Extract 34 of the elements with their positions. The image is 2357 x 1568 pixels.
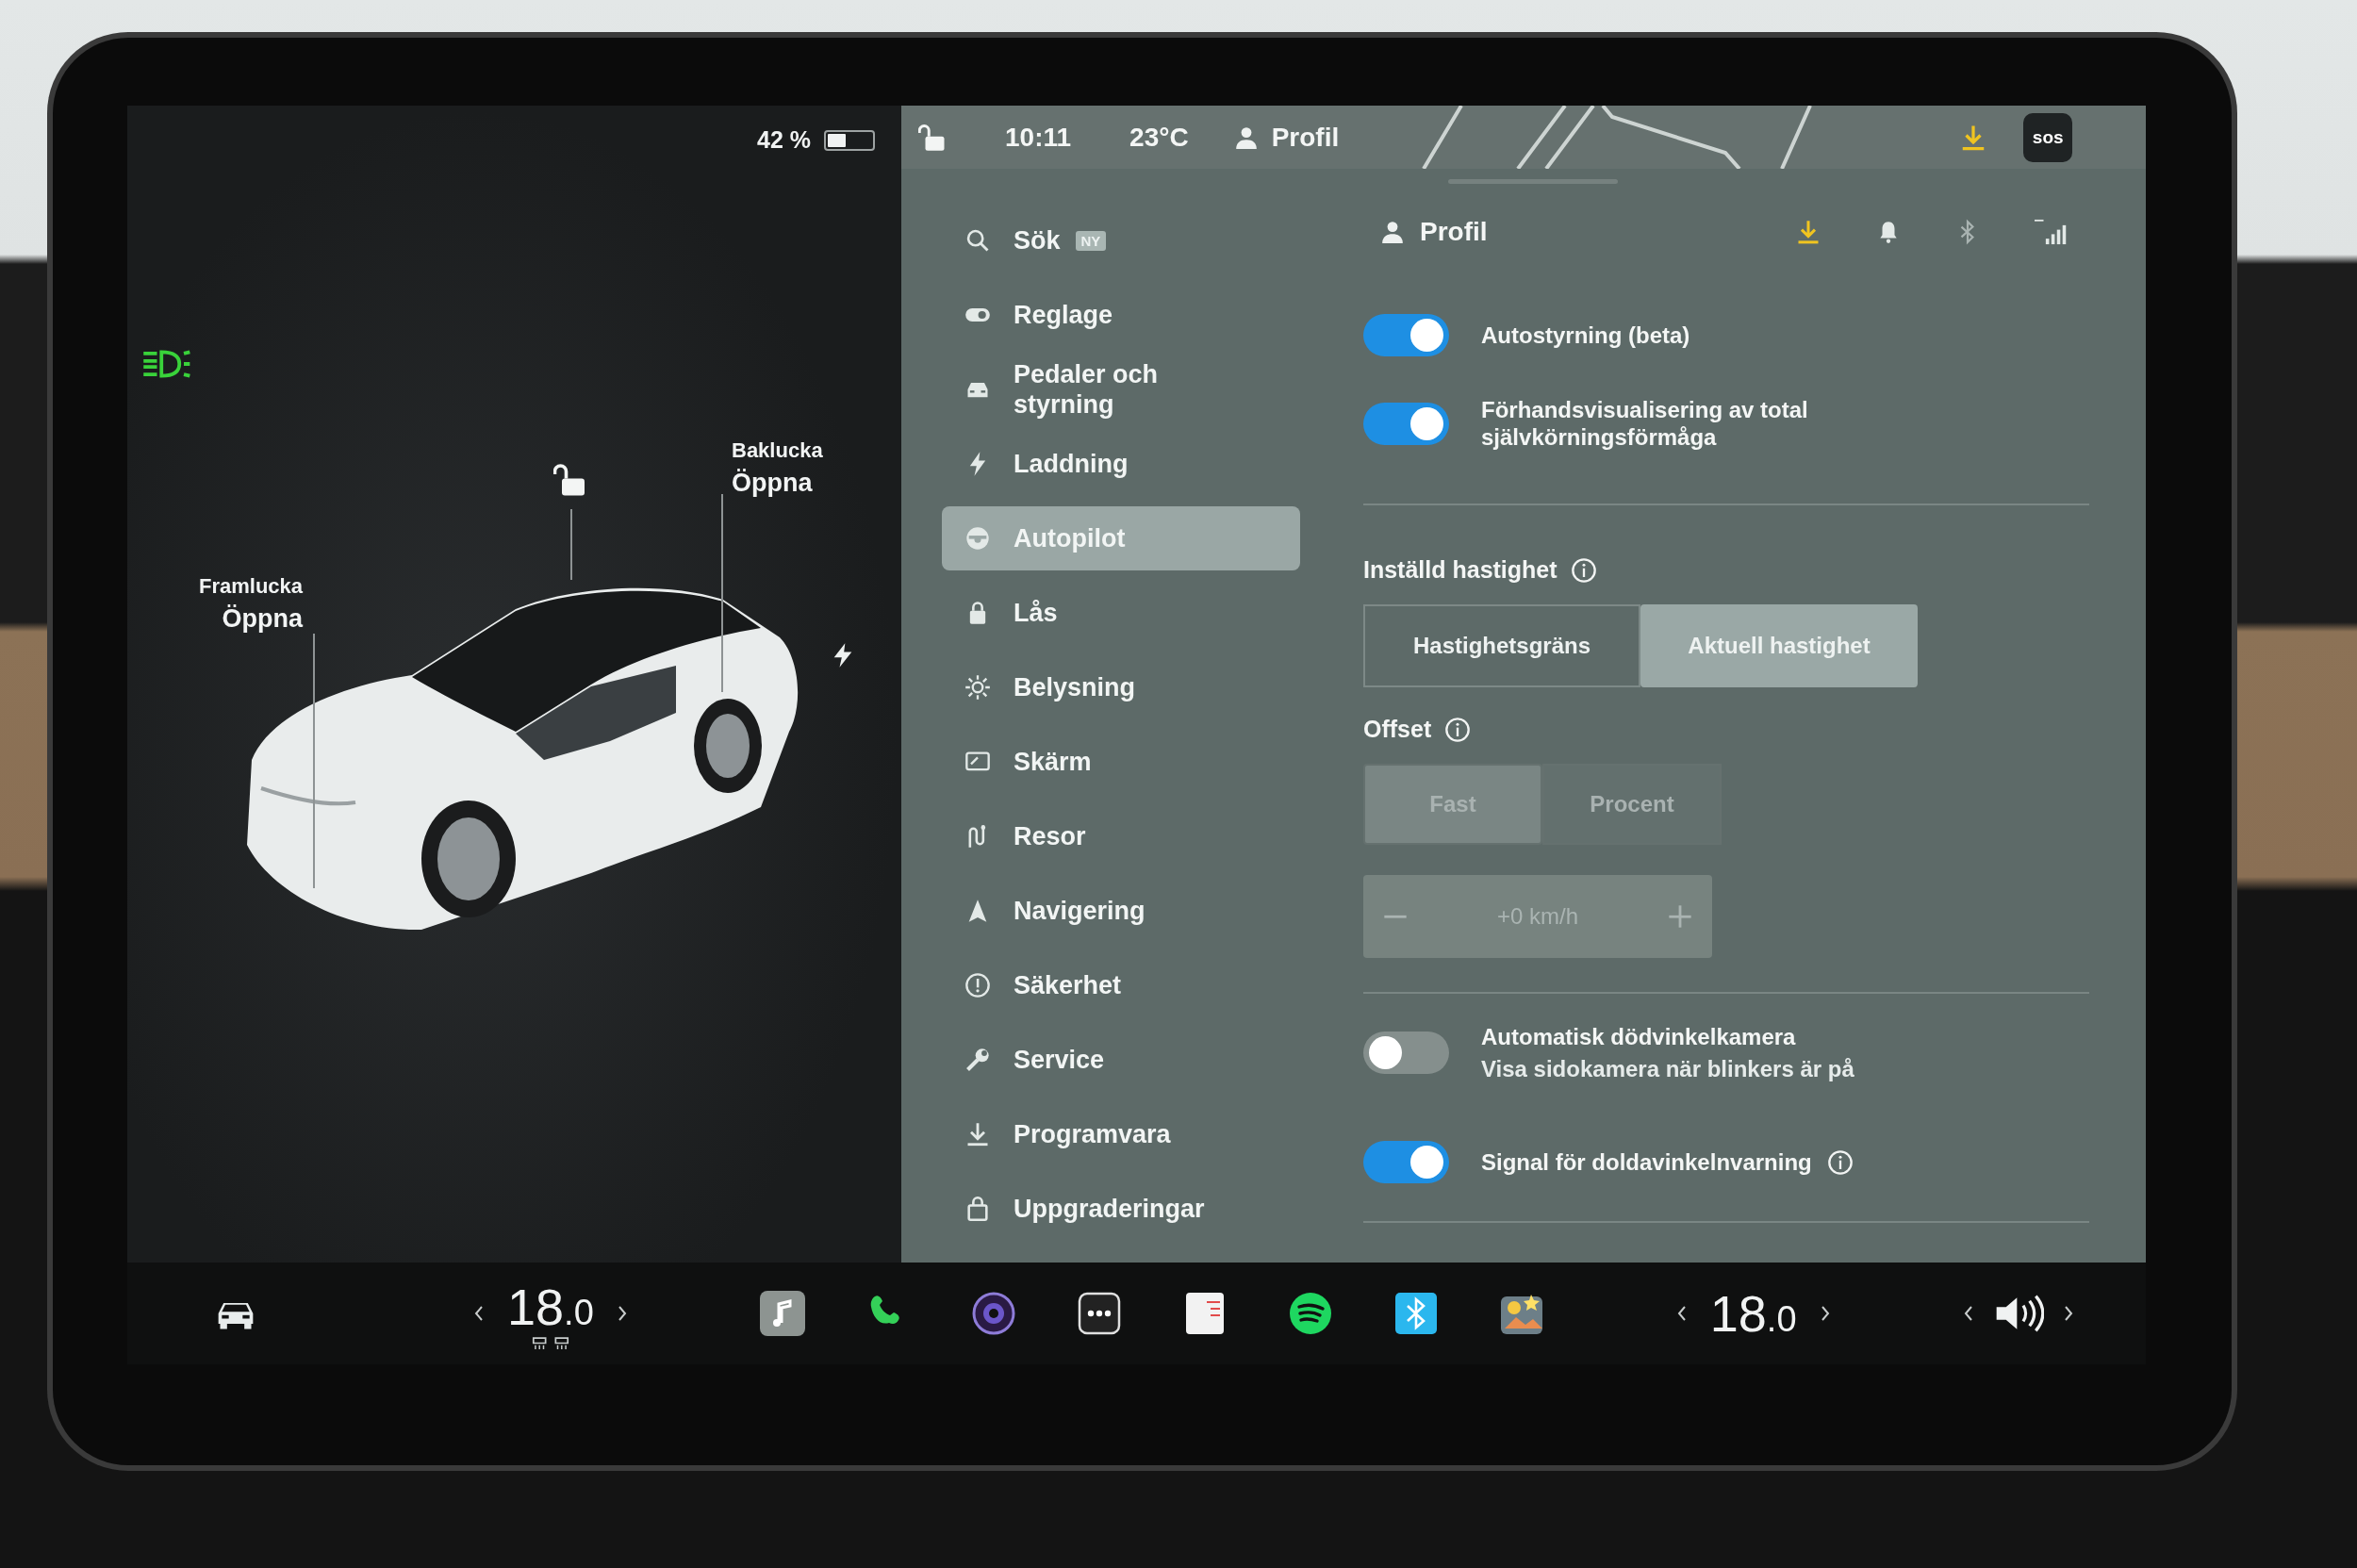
toggle-description: Visa sidokamera när blinkers är på: [1481, 1056, 1854, 1082]
open-link[interactable]: Öppna: [199, 604, 304, 634]
temperature-setting[interactable]: 18.0: [1709, 1284, 1797, 1343]
new-badge: NY: [1075, 230, 1107, 251]
sidebar-item[interactable]: Reglage: [942, 283, 1300, 347]
sidebar-item[interactable]: Skärm: [942, 730, 1300, 794]
section-label: Offset: [1363, 716, 1432, 743]
sidebar-item[interactable]: Navigering: [942, 879, 1300, 943]
segment-button[interactable]: Hastighetsgräns: [1363, 604, 1640, 687]
profile-button[interactable]: Profil: [1233, 122, 1340, 153]
callout-title: Framlucka: [199, 574, 304, 599]
sidebar-item[interactable]: Uppgraderingar: [942, 1177, 1300, 1241]
sidebar-item[interactable]: Service: [942, 1028, 1300, 1092]
outside-temperature: 23°C: [1129, 122, 1189, 153]
sidebar-item[interactable]: Sök NY: [942, 208, 1300, 272]
sos-button[interactable]: sos: [2023, 112, 2073, 162]
sidebar-item[interactable]: Programvara: [942, 1102, 1300, 1166]
sidebar-item[interactable]: Pedaler och styrning: [942, 357, 1300, 421]
temperature-setting[interactable]: 18.0: [507, 1277, 594, 1336]
callout-title: Baklucka: [732, 438, 823, 463]
toggle-label: Förhandsvisualisering av total självkörningsförmåga: [1481, 396, 1809, 451]
sidebar-item[interactable]: Laddning: [942, 432, 1300, 496]
sidebar-item[interactable]: Resor: [942, 804, 1300, 868]
open-link[interactable]: Öppna: [732, 469, 823, 498]
toggle-label: Automatisk dödvinkelkamera: [1481, 1023, 1796, 1050]
sidebar-item[interactable]: Belysning: [942, 655, 1300, 719]
sidebar-item[interactable]: Lås: [942, 581, 1300, 645]
toggle-label: Signal för doldavinkelnvarning: [1481, 1148, 1812, 1176]
clock-time: 10:11: [1005, 122, 1072, 153]
toggle-label: Autostyrning (beta): [1481, 322, 1690, 349]
battery-percentage: 42 %: [757, 126, 811, 154]
profile-button[interactable]: Profil: [1380, 217, 1488, 247]
section-label: Inställd hastighet: [1363, 556, 1558, 584]
sidebar-item[interactable]: Säkerhet: [942, 953, 1300, 1017]
